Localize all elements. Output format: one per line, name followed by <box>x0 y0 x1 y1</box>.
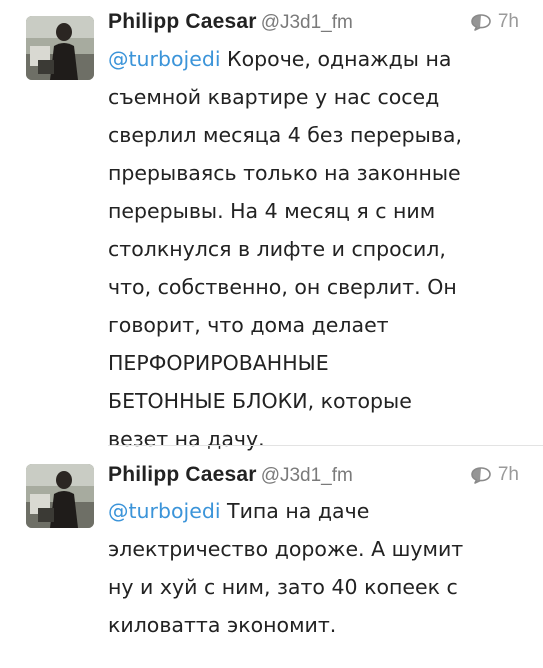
text-line: сверлил месяца 4 без перерыва, <box>108 123 462 147</box>
text-line: съемной квартире у нас сосед <box>108 85 440 109</box>
reply-icon[interactable] <box>470 13 492 31</box>
avatar[interactable] <box>26 16 94 80</box>
author-name[interactable]: Philipp Caesar <box>108 10 257 33</box>
tweet-meta: 7h <box>470 11 519 33</box>
text-line: киловатта экономит. <box>108 613 337 637</box>
text-segment: Типа на даче <box>220 499 370 523</box>
tweet[interactable]: Philipp Caesar @J3d1_fm 7h @turbojedi Тип… <box>0 446 543 668</box>
text-line: @turbojedi Короче, однажды на <box>108 40 528 78</box>
author-handle[interactable]: @J3d1_fm <box>261 465 353 486</box>
text-line: говорит, что дома делает <box>108 313 389 337</box>
mention-link[interactable]: @turbojedi <box>108 499 221 523</box>
text-line: столкнулся в лифте и спросил, <box>108 237 446 261</box>
timestamp[interactable]: 7h <box>498 11 519 33</box>
text-line: что, собственно, он сверлит. Он <box>108 275 457 299</box>
avatar[interactable] <box>26 464 94 528</box>
tweet-header: Philipp Caesar @J3d1_fm 7h <box>108 463 519 491</box>
text-line: @turbojedi Типа на даче <box>108 492 528 530</box>
tweet[interactable]: Philipp Caesar @J3d1_fm 7h @turbojedi Кор… <box>0 0 543 451</box>
author-handle[interactable]: @J3d1_fm <box>261 12 353 33</box>
reply-icon[interactable] <box>470 466 492 484</box>
tweet-meta: 7h <box>470 464 519 486</box>
tweet-text: @turbojedi Типа на даче электричество до… <box>108 492 528 644</box>
text-line: электричество дороже. А шумит <box>108 537 464 561</box>
text-segment: Короче, однажды на <box>220 47 452 71</box>
text-line: ну и хуй с ним, зато 40 копеек с <box>108 575 458 599</box>
avatar-photo <box>26 464 94 528</box>
tweet-header: Philipp Caesar @J3d1_fm 7h <box>108 10 519 38</box>
avatar-photo <box>26 16 94 80</box>
text-line: прерываясь только на законные <box>108 161 461 185</box>
mention-link[interactable]: @turbojedi <box>108 47 221 71</box>
timestamp[interactable]: 7h <box>498 464 519 486</box>
tweet-text: @turbojedi Короче, однажды на съемной кв… <box>108 40 528 458</box>
text-line: БЕТОННЫЕ БЛОКИ, которые <box>108 389 412 413</box>
text-line: ПЕРФОРИРОВАННЫЕ <box>108 351 329 375</box>
author-name[interactable]: Philipp Caesar <box>108 463 257 486</box>
text-line: перерывы. На 4 месяц я с ним <box>108 199 436 223</box>
